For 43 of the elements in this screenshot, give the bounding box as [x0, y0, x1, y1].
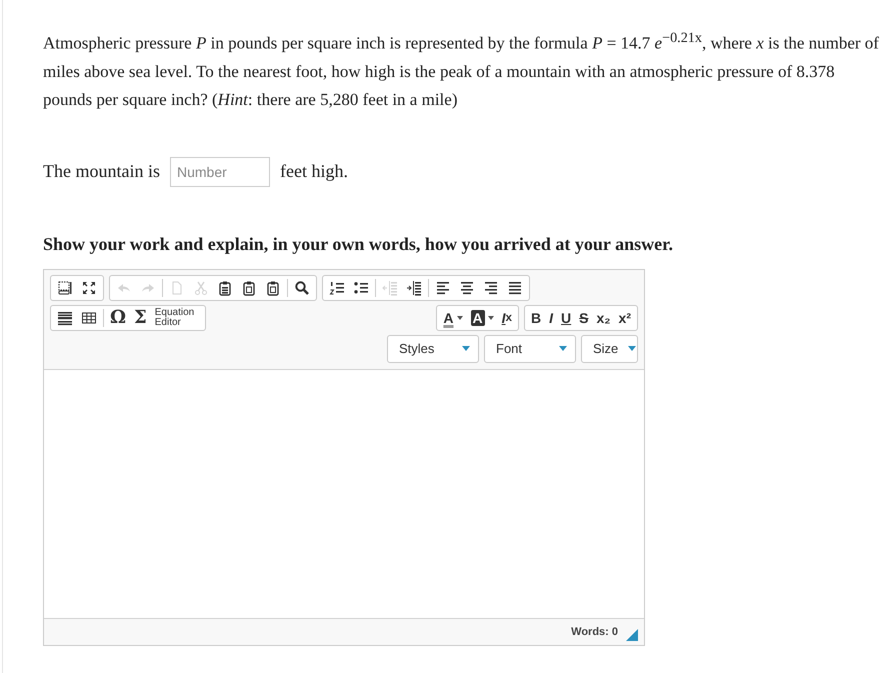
align-center-icon	[459, 280, 475, 296]
question-text: Atmospheric pressure P in pounds per square inch is represented by the formula P = 14.7 e$^{−0.21x}$, where x is the number of miles above sea level. To the nearest foot, how high is the peak of a mountain with an atmospheric pressure of 8.378 pounds per square inch? (Hint: there are 5,280 feet in a mile)	[43, 29, 880, 111]
symbol-button[interactable]: Ω	[106, 306, 130, 329]
maximize-icon	[81, 280, 97, 296]
italic-button[interactable]: I	[545, 306, 558, 329]
caret-icon	[462, 346, 470, 352]
source-icon	[57, 280, 73, 296]
caret-icon	[488, 316, 494, 320]
outdent-icon	[382, 280, 398, 296]
work-prompt: Show your work and explain, in your own words, how you arrived at your answer.	[43, 234, 674, 255]
caret-icon	[628, 346, 636, 352]
underline-button[interactable]: U	[557, 306, 576, 329]
strikethrough-button[interactable]: S	[575, 306, 592, 329]
superscript-button[interactable]: x²	[614, 306, 635, 329]
caret-icon	[456, 316, 463, 320]
table-icon	[81, 310, 97, 326]
indent-icon	[406, 280, 422, 296]
background-color-button[interactable]: A	[466, 306, 498, 329]
resize-handle[interactable]	[626, 628, 638, 641]
paste-word-icon	[265, 280, 281, 296]
caret-icon	[559, 346, 567, 352]
numbered-list-icon	[329, 280, 345, 296]
bold-button[interactable]: B	[527, 306, 546, 329]
dropdown[interactable]: Font	[484, 334, 576, 363]
word-count: Words: 0	[571, 626, 618, 638]
answer-suffix: feet high.	[280, 161, 348, 182]
symbol-button[interactable]: Σ	[130, 306, 151, 329]
justify-icon	[507, 280, 523, 296]
dropdown[interactable]: Styles	[387, 334, 479, 363]
align-right-icon	[483, 280, 499, 296]
cut-icon	[193, 280, 209, 296]
search-icon	[294, 280, 310, 296]
paste-icon	[217, 280, 233, 296]
bullet-list-icon	[353, 280, 369, 296]
answer-prefix: The mountain is	[43, 161, 160, 182]
number-input[interactable]: Number	[170, 156, 270, 187]
dropdown[interactable]: Size	[581, 334, 638, 363]
rule-icon	[57, 310, 73, 326]
text-color-button[interactable]: A	[439, 306, 467, 329]
equation-editor-button[interactable]: Equation Editor	[150, 306, 203, 329]
subscript-button[interactable]: x₂	[592, 306, 615, 329]
paste-text-icon	[241, 280, 257, 296]
align-left-icon	[435, 280, 451, 296]
